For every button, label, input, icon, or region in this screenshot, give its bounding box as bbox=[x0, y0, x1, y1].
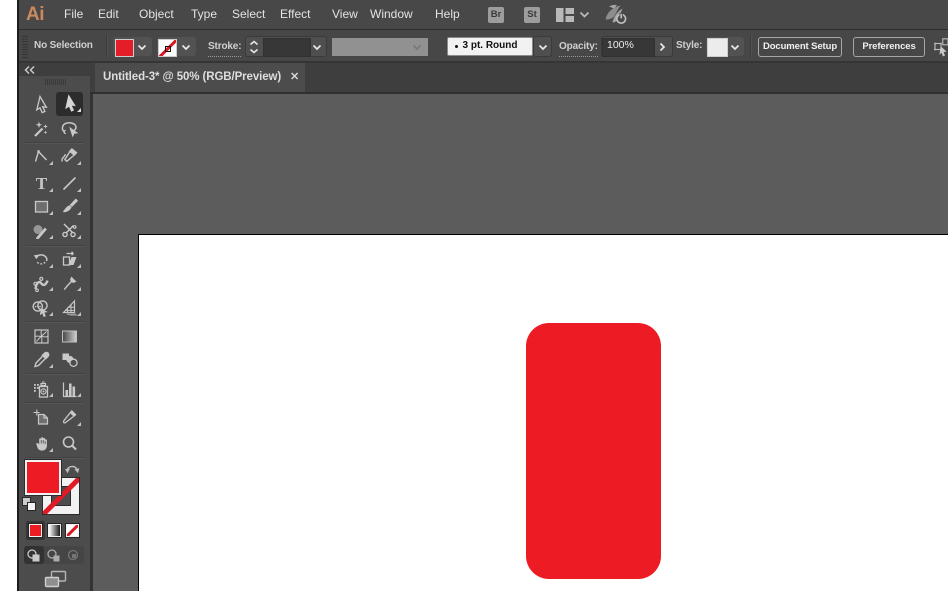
svg-text:T: T bbox=[36, 175, 48, 192]
